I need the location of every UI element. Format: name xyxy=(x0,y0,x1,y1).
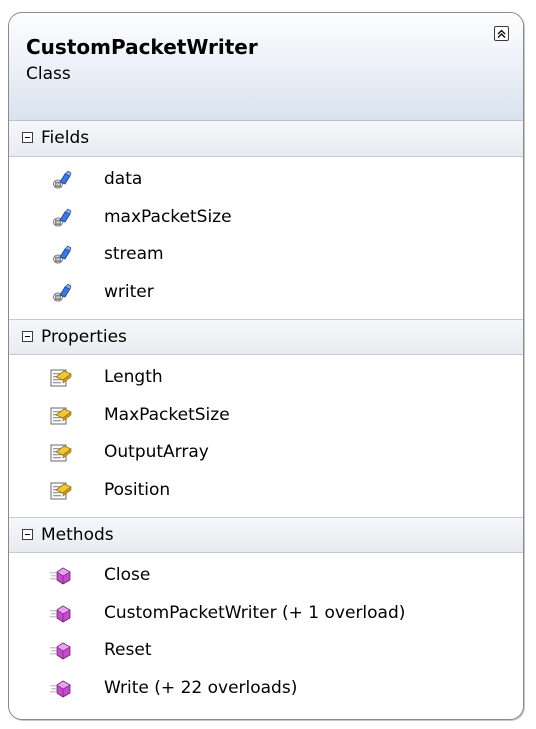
property-label: MaxPacketSize xyxy=(104,404,230,425)
class-header[interactable]: CustomPacketWriter Class xyxy=(9,13,523,121)
property-label: Position xyxy=(104,479,171,500)
class-kind: Class xyxy=(26,64,71,84)
property-item[interactable]: OutputArray xyxy=(9,435,523,473)
property-icon xyxy=(50,368,72,388)
methods-section-label: Methods xyxy=(41,525,114,545)
methods-section-header[interactable]: Methods xyxy=(9,517,523,553)
method-label: Close xyxy=(104,565,151,585)
property-label: Length xyxy=(104,367,163,387)
field-icon xyxy=(50,170,72,190)
field-icon xyxy=(50,245,72,265)
method-icon xyxy=(50,641,72,661)
property-icon xyxy=(50,481,72,501)
field-label: writer xyxy=(104,281,154,302)
field-label: data xyxy=(104,169,143,189)
field-label: stream xyxy=(104,244,164,264)
class-shape[interactable]: CustomPacketWriter Class Fields data max… xyxy=(8,12,524,720)
field-item[interactable]: stream xyxy=(9,237,523,275)
collapse-toggle-icon[interactable] xyxy=(22,529,33,540)
collapse-chevron-icon[interactable] xyxy=(494,26,509,41)
properties-section: Properties Length MaxPacketSize OutputAr… xyxy=(9,319,523,517)
property-item[interactable]: Position xyxy=(9,473,523,511)
class-title: CustomPacketWriter xyxy=(26,35,258,59)
collapse-toggle-icon[interactable] xyxy=(22,132,33,143)
method-icon xyxy=(50,604,72,624)
fields-section-header[interactable]: Fields xyxy=(9,121,523,157)
field-item[interactable]: data xyxy=(9,162,523,200)
method-label: CustomPacketWriter (+ 1 overload) xyxy=(104,602,406,623)
fields-section-label: Fields xyxy=(41,128,90,148)
method-item[interactable]: CustomPacketWriter (+ 1 overload) xyxy=(9,596,523,634)
collapse-toggle-icon[interactable] xyxy=(22,331,33,342)
method-label: Reset xyxy=(104,640,152,660)
method-item[interactable]: Close xyxy=(9,558,523,596)
field-item[interactable]: maxPacketSize xyxy=(9,200,523,238)
method-item[interactable]: Write (+ 22 overloads) xyxy=(9,671,523,709)
properties-section-header[interactable]: Properties xyxy=(9,319,523,355)
property-icon xyxy=(50,406,72,426)
property-icon xyxy=(50,443,72,463)
field-label: maxPacketSize xyxy=(104,206,232,227)
field-item[interactable]: writer xyxy=(9,275,523,313)
property-label: OutputArray xyxy=(104,442,209,462)
property-item[interactable]: Length xyxy=(9,360,523,398)
field-icon xyxy=(50,208,72,228)
properties-section-label: Properties xyxy=(41,327,127,347)
method-icon xyxy=(50,566,72,586)
field-icon xyxy=(50,283,72,303)
method-icon xyxy=(50,679,72,699)
method-item[interactable]: Reset xyxy=(9,633,523,671)
method-label: Write (+ 22 overloads) xyxy=(104,677,298,698)
fields-section: Fields data maxPacketSize stream writer xyxy=(9,121,523,319)
methods-section: Methods Close CustomPacketWriter (+ 1 ov… xyxy=(9,517,523,715)
property-item[interactable]: MaxPacketSize xyxy=(9,398,523,436)
